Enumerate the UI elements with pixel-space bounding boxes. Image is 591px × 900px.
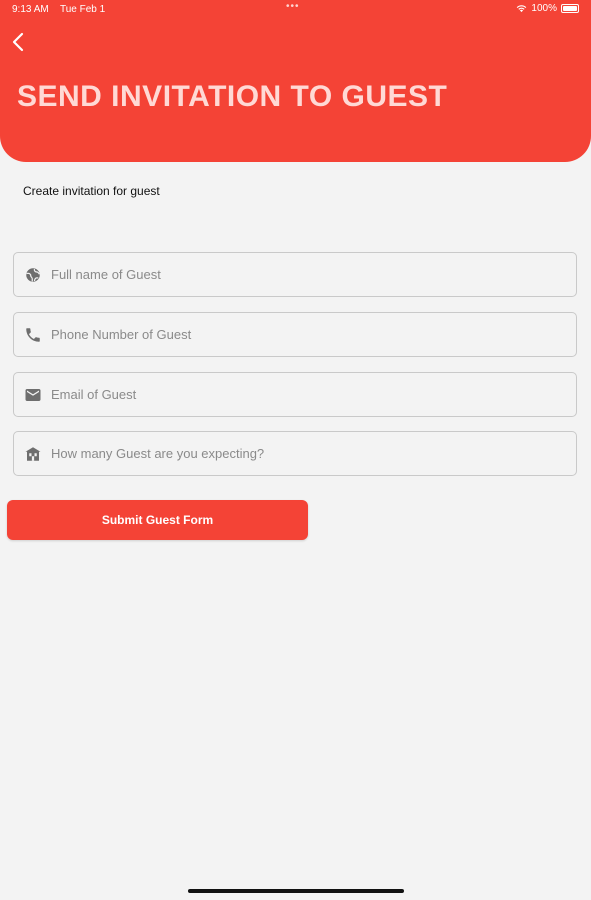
phone-input[interactable] (51, 313, 566, 356)
home-icon (25, 447, 41, 461)
guest-count-input[interactable] (51, 432, 566, 475)
status-time: 9:13 AM (12, 4, 49, 15)
chevron-left-icon (12, 32, 24, 52)
back-button[interactable] (8, 30, 30, 54)
wifi-icon (517, 5, 527, 13)
email-input[interactable] (51, 373, 566, 416)
email-field[interactable] (13, 372, 577, 417)
guest-count-field[interactable] (13, 431, 577, 476)
page-title: SEND INVITATION TO GUEST (17, 80, 448, 113)
battery-icon (561, 4, 579, 13)
header-bar: 9:13 AM Tue Feb 1 ••• 100% SEND INVITATI… (0, 0, 591, 162)
status-date: Tue Feb 1 (60, 4, 106, 15)
globe-icon (26, 268, 40, 282)
home-indicator[interactable] (188, 889, 404, 893)
submit-guest-form-button[interactable]: Submit Guest Form (7, 500, 308, 540)
status-bar: 9:13 AM Tue Feb 1 ••• 100% (0, 0, 591, 20)
phone-field[interactable] (13, 312, 577, 357)
multitasking-dots[interactable]: ••• (286, 1, 300, 12)
full-name-field[interactable] (13, 252, 577, 297)
form-subtitle: Create invitation for guest (23, 184, 160, 198)
phone-icon (26, 328, 40, 342)
battery-percent: 100% (531, 3, 557, 14)
full-name-input[interactable] (51, 253, 566, 296)
status-right: 100% (516, 3, 579, 14)
mail-icon (25, 389, 41, 401)
